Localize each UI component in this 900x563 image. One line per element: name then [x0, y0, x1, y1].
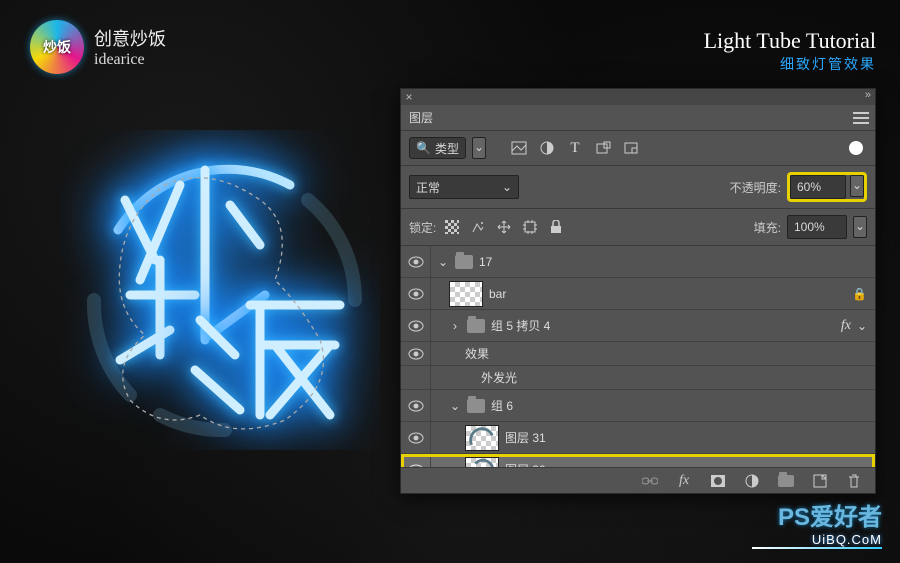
- opacity-dropdown-icon[interactable]: ⌄: [850, 175, 864, 197]
- brand-text: 创意炒饭 idearice: [94, 25, 166, 69]
- watermark: PS爱好者 UiBQ.CoM: [752, 497, 882, 549]
- layer-name[interactable]: 组 6: [491, 397, 513, 414]
- filter-row: 🔍 类型 ⌄ T: [401, 131, 875, 166]
- visibility-toggle[interactable]: [401, 390, 431, 421]
- opacity-value: 60%: [797, 180, 821, 194]
- layers-list: ⌄ 17 bar 🔒 › 组 5 拷贝 4 fx ⌄ 效果 外发光 ⌄ 组 6 图层 3…: [401, 246, 875, 486]
- link-layers-icon[interactable]: [639, 470, 661, 492]
- fx-label: 效果: [465, 345, 489, 362]
- opacity-label: 不透明度:: [730, 179, 781, 196]
- delete-layer-icon[interactable]: [843, 470, 865, 492]
- layer-group-row[interactable]: ⌄ 17: [401, 246, 875, 278]
- panel-collapse-icon[interactable]: »: [865, 89, 871, 101]
- layers-panel: × » 图层 🔍 类型 ⌄ T 正常⌄ 不透明度: 60%: [400, 88, 876, 494]
- opacity-input[interactable]: 60%: [790, 175, 846, 199]
- folder-icon: [467, 319, 485, 333]
- lock-all-icon[interactable]: [546, 217, 566, 237]
- brand-block: 炒饭 创意炒饭 idearice: [30, 20, 166, 74]
- visibility-toggle[interactable]: [401, 246, 431, 277]
- filter-type-select[interactable]: 🔍 类型: [409, 137, 466, 159]
- fx-icon[interactable]: fx: [841, 318, 851, 334]
- layer-group-row[interactable]: › 组 5 拷贝 4 fx ⌄: [401, 310, 875, 342]
- blend-row: 正常⌄ 不透明度: 60% ⌄: [401, 166, 875, 209]
- brand-cn: 创意炒饭: [94, 25, 166, 51]
- filter-shape-icon[interactable]: [592, 137, 614, 159]
- layer-thumbnail[interactable]: [465, 425, 499, 451]
- visibility-toggle[interactable]: [401, 342, 431, 365]
- neon-artwork: [60, 130, 380, 450]
- twisty-icon[interactable]: ›: [449, 319, 461, 333]
- visibility-toggle[interactable]: [401, 422, 431, 453]
- header-title-cn: 细致灯管效果: [704, 54, 876, 74]
- new-group-icon[interactable]: [775, 470, 797, 492]
- layer-row[interactable]: bar 🔒: [401, 278, 875, 310]
- filter-adjustment-icon[interactable]: [536, 137, 558, 159]
- brand-badge-text: 炒饭: [43, 37, 71, 57]
- new-layer-icon[interactable]: [809, 470, 831, 492]
- filter-type-text-icon[interactable]: T: [564, 137, 586, 159]
- folder-icon: [455, 255, 473, 269]
- panel-menu-icon[interactable]: [853, 109, 869, 127]
- panel-title: 图层: [409, 109, 443, 126]
- fx-header-row[interactable]: 效果: [401, 342, 875, 366]
- fill-input[interactable]: 100%: [787, 215, 847, 239]
- layer-name[interactable]: bar: [489, 287, 506, 301]
- brand-badge: 炒饭: [30, 20, 84, 74]
- watermark-url: UiBQ.CoM: [812, 532, 882, 547]
- lock-artboard-icon[interactable]: [520, 217, 540, 237]
- watermark-brand: PS爱好者: [778, 497, 882, 532]
- search-icon: 🔍: [416, 141, 431, 155]
- layer-row[interactable]: 图层 31: [401, 422, 875, 454]
- opacity-highlight: 60% ⌄: [787, 172, 867, 202]
- fx-chevron-icon[interactable]: ⌄: [857, 319, 867, 333]
- layer-thumbnail[interactable]: [449, 281, 483, 307]
- adjustment-layer-icon[interactable]: [741, 470, 763, 492]
- visibility-toggle[interactable]: [401, 310, 431, 341]
- watermark-underline: [752, 547, 882, 549]
- filter-type-label: 类型: [435, 140, 459, 157]
- layer-name[interactable]: 组 5 拷贝 4: [491, 317, 550, 334]
- fill-value: 100%: [794, 220, 825, 234]
- fx-item-row[interactable]: 外发光: [401, 366, 875, 390]
- panel-close-icon[interactable]: ×: [401, 90, 417, 104]
- lock-row: 锁定: 填充: 100% ⌄: [401, 209, 875, 246]
- lock-position-icon[interactable]: [494, 217, 514, 237]
- twisty-icon[interactable]: ⌄: [437, 255, 449, 269]
- visibility-toggle[interactable]: [401, 366, 431, 389]
- filter-toggle-switch[interactable]: [845, 137, 867, 159]
- visibility-toggle[interactable]: [401, 278, 431, 309]
- lock-icon[interactable]: 🔒: [852, 287, 867, 301]
- filter-dropdown-icon[interactable]: ⌄: [472, 137, 486, 159]
- blend-mode-select[interactable]: 正常⌄: [409, 175, 519, 199]
- header-title: Light Tube Tutorial 细致灯管效果: [704, 28, 876, 74]
- fx-item-label: 外发光: [481, 369, 517, 386]
- blend-mode-value: 正常: [416, 179, 440, 196]
- lock-image-icon[interactable]: [468, 217, 488, 237]
- filter-smartobject-icon[interactable]: [620, 137, 642, 159]
- filter-pixel-icon[interactable]: [508, 137, 530, 159]
- panel-bottom-bar: fx: [401, 467, 875, 493]
- brand-en: idearice: [94, 51, 166, 69]
- header-title-en: Light Tube Tutorial: [704, 28, 876, 54]
- lock-label: 锁定:: [409, 219, 436, 236]
- folder-icon: [467, 399, 485, 413]
- fill-label: 填充:: [754, 219, 781, 236]
- twisty-icon[interactable]: ⌄: [449, 399, 461, 413]
- fill-dropdown-icon[interactable]: ⌄: [853, 216, 867, 238]
- layer-name[interactable]: 17: [479, 255, 492, 269]
- lock-transparency-icon[interactable]: [442, 217, 462, 237]
- layer-group-row[interactable]: ⌄ 组 6: [401, 390, 875, 422]
- layer-mask-icon[interactable]: [707, 470, 729, 492]
- layer-name[interactable]: 图层 31: [505, 429, 546, 446]
- layer-style-icon[interactable]: fx: [673, 470, 695, 492]
- panel-title-bar: 图层: [401, 105, 875, 131]
- panel-tabbar: × »: [401, 89, 875, 105]
